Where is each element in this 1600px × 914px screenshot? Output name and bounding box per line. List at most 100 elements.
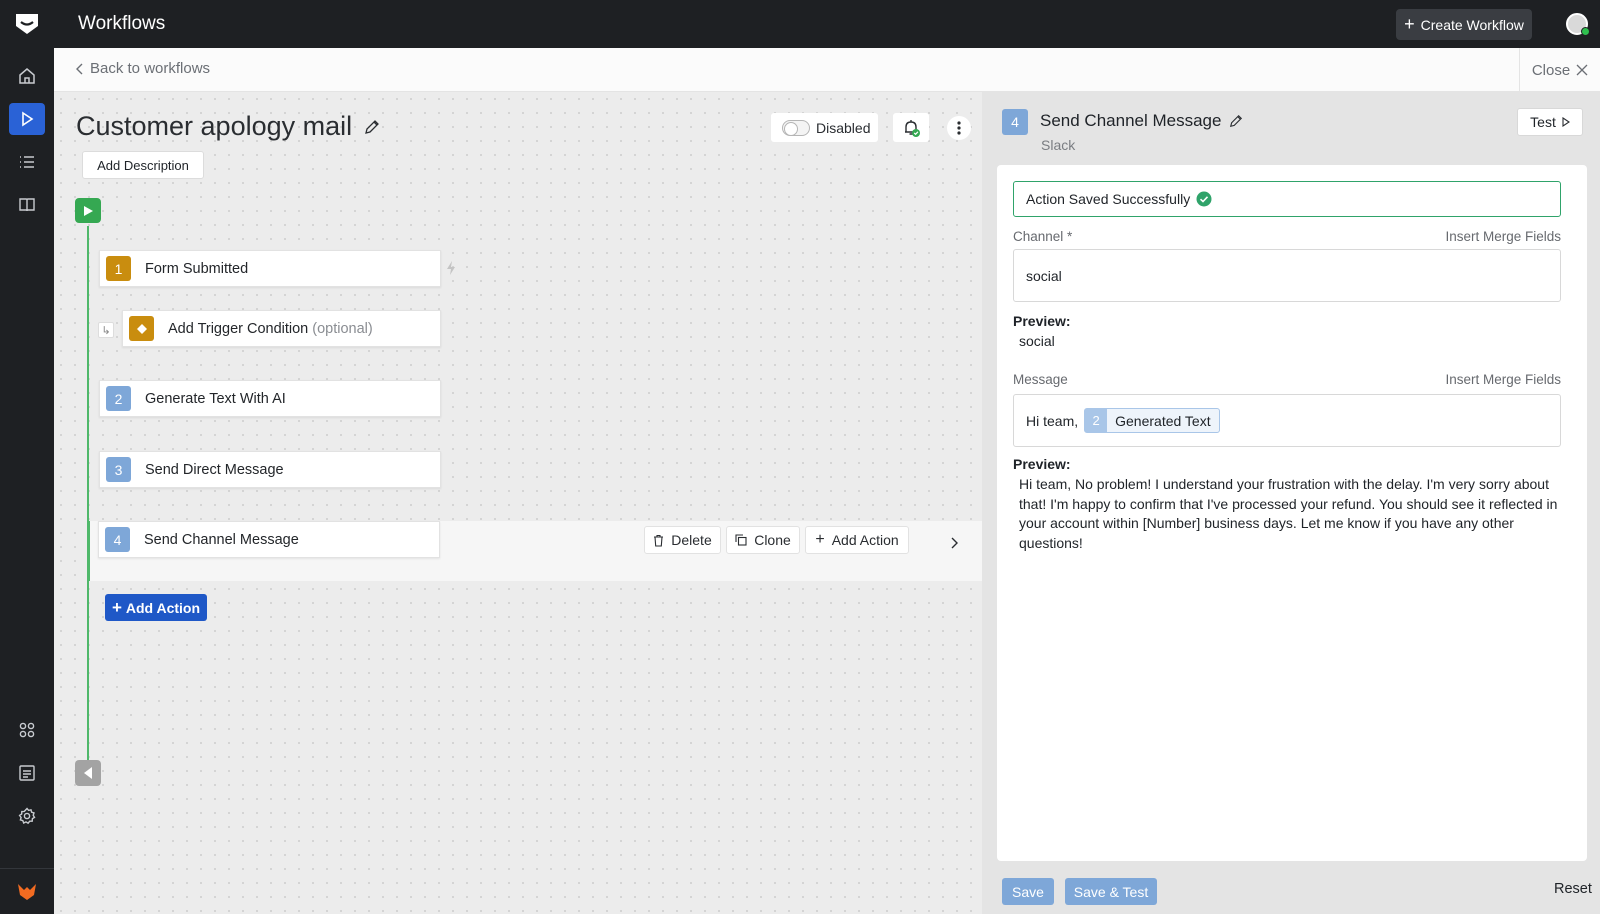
end-node	[75, 760, 101, 786]
app-logo-icon[interactable]	[14, 12, 40, 36]
diamond-icon	[136, 323, 147, 334]
book-icon[interactable]	[9, 189, 45, 221]
channel-preview-label: Preview:	[1013, 313, 1071, 329]
condition-diamond-badge	[129, 316, 154, 341]
clone-label: Clone	[754, 532, 791, 548]
chip-step-number: 2	[1085, 409, 1108, 432]
toggle-label: Disabled	[816, 119, 871, 136]
delete-label: Delete	[671, 532, 712, 548]
panel-title: Send Channel Message	[1040, 111, 1243, 131]
end-flag-icon	[84, 767, 92, 779]
app-title: Workflows	[78, 13, 166, 34]
step-send-channel-message[interactable]: 4 Send Channel Message	[98, 521, 440, 558]
optional-hint: (optional)	[312, 320, 373, 337]
save-and-test-button[interactable]: Save & Test	[1065, 878, 1157, 905]
toggle-switch[interactable]	[782, 119, 810, 136]
trash-icon	[654, 534, 664, 547]
online-status-icon	[1581, 27, 1590, 36]
step-send-direct-message[interactable]: 3 Send Direct Message	[99, 451, 441, 488]
chevron-right-icon[interactable]	[951, 537, 959, 549]
panel-title-text: Send Channel Message	[1040, 111, 1222, 130]
channel-input[interactable]: social	[1013, 249, 1561, 302]
add-action-primary-label: Add Action	[125, 599, 201, 616]
action-form-card: Action Saved Successfully Channel * Inse…	[997, 165, 1587, 861]
success-text: Action Saved Successfully	[1026, 191, 1191, 207]
play-outline-icon	[1562, 117, 1570, 127]
notification-button[interactable]	[893, 113, 929, 142]
back-to-workflows-link[interactable]: Back to workflows	[76, 60, 210, 77]
check-circle-icon	[1196, 191, 1212, 207]
top-bar: Workflows + Create Workflow	[0, 0, 1600, 48]
panel-subtitle: Slack	[1041, 137, 1076, 153]
brand-footer	[0, 868, 54, 914]
brand-fox-icon	[18, 883, 36, 900]
step-number-badge: 4	[105, 527, 130, 552]
flow-connector-line	[87, 226, 89, 774]
step-generate-text[interactable]: 2 Generate Text With AI	[99, 380, 441, 417]
workflow-canvas: Customer apology mail Add Description Di…	[54, 92, 1006, 914]
copy-icon	[735, 534, 747, 546]
plus-icon: +	[815, 531, 825, 548]
edit-pencil-icon[interactable]	[364, 119, 380, 135]
channel-preview-value: social	[1019, 333, 1055, 349]
settings-icon[interactable]	[9, 800, 45, 832]
add-action-label: Add Action	[831, 532, 899, 548]
step-form-submitted[interactable]: 1 Form Submitted	[99, 250, 441, 287]
apps-icon[interactable]	[9, 714, 45, 746]
step-number-badge: 3	[106, 457, 131, 482]
back-label: Back to workflows	[90, 60, 211, 77]
step-label: Form Submitted	[145, 260, 249, 277]
start-node	[75, 198, 101, 223]
test-button[interactable]: Test	[1517, 108, 1583, 136]
clone-step-button[interactable]: Clone	[726, 526, 800, 554]
step-label: Send Channel Message	[144, 531, 299, 548]
branch-arrow-icon: ↳	[98, 322, 114, 338]
plus-icon: +	[111, 598, 122, 617]
kebab-icon	[957, 121, 961, 135]
plus-icon: +	[1404, 13, 1415, 34]
workflow-title-text: Customer apology mail	[76, 111, 353, 141]
condition-label: Add Trigger Condition (optional)	[168, 321, 373, 337]
save-button[interactable]: Save	[1002, 878, 1054, 905]
play-icon[interactable]	[9, 103, 45, 135]
workflow-title: Customer apology mail	[76, 111, 380, 142]
reset-button[interactable]: Reset	[1554, 881, 1592, 897]
channel-insert-merge-fields[interactable]: Insert Merge Fields	[1445, 229, 1561, 244]
step-number-badge: 2	[106, 386, 131, 411]
create-workflow-button[interactable]: + Create Workflow	[1396, 9, 1532, 40]
message-label: Message	[1013, 372, 1068, 387]
message-preview-label: Preview:	[1013, 456, 1071, 472]
avatar[interactable]	[1566, 13, 1590, 36]
step-label: Send Direct Message	[145, 461, 284, 478]
step-add-trigger-condition[interactable]: Add Trigger Condition (optional)	[122, 310, 441, 347]
more-options-button[interactable]	[947, 116, 971, 140]
step-number-badge: 1	[106, 256, 131, 281]
left-rail	[0, 48, 54, 914]
start-flag-icon	[84, 205, 93, 216]
condition-label-text: Add Trigger Condition	[168, 320, 309, 337]
channel-label: Channel *	[1013, 229, 1073, 244]
message-insert-merge-fields[interactable]: Insert Merge Fields	[1445, 372, 1561, 387]
enable-toggle[interactable]: Disabled	[771, 113, 878, 142]
message-input[interactable]: Hi team, 2 Generated Text	[1013, 394, 1561, 447]
document-icon[interactable]	[9, 757, 45, 789]
add-description-button[interactable]: Add Description	[82, 151, 204, 179]
close-icon	[1576, 64, 1588, 76]
chevron-left-icon	[76, 63, 83, 74]
lightning-icon	[447, 261, 455, 275]
add-action-button[interactable]: + Add Action	[105, 594, 207, 621]
home-icon[interactable]	[9, 60, 45, 92]
edit-pencil-icon[interactable]	[1229, 114, 1243, 128]
panel-step-badge: 4	[1002, 109, 1028, 135]
delete-step-button[interactable]: Delete	[644, 526, 721, 554]
step-label: Generate Text With AI	[145, 390, 286, 407]
merge-field-chip[interactable]: 2 Generated Text	[1084, 408, 1220, 433]
close-button[interactable]: Close	[1519, 48, 1600, 92]
message-preview-text: Hi team, No problem! I understand your f…	[1019, 476, 1558, 551]
step-detail-panel: 4 Send Channel Message Slack Test Action…	[982, 92, 1600, 914]
back-bar: Back to workflows Close	[54, 48, 1600, 92]
list-icon[interactable]	[9, 146, 45, 178]
row-add-action-button[interactable]: + Add Action	[805, 526, 909, 554]
message-prefix: Hi team,	[1026, 412, 1079, 429]
channel-value: social	[1026, 267, 1062, 284]
